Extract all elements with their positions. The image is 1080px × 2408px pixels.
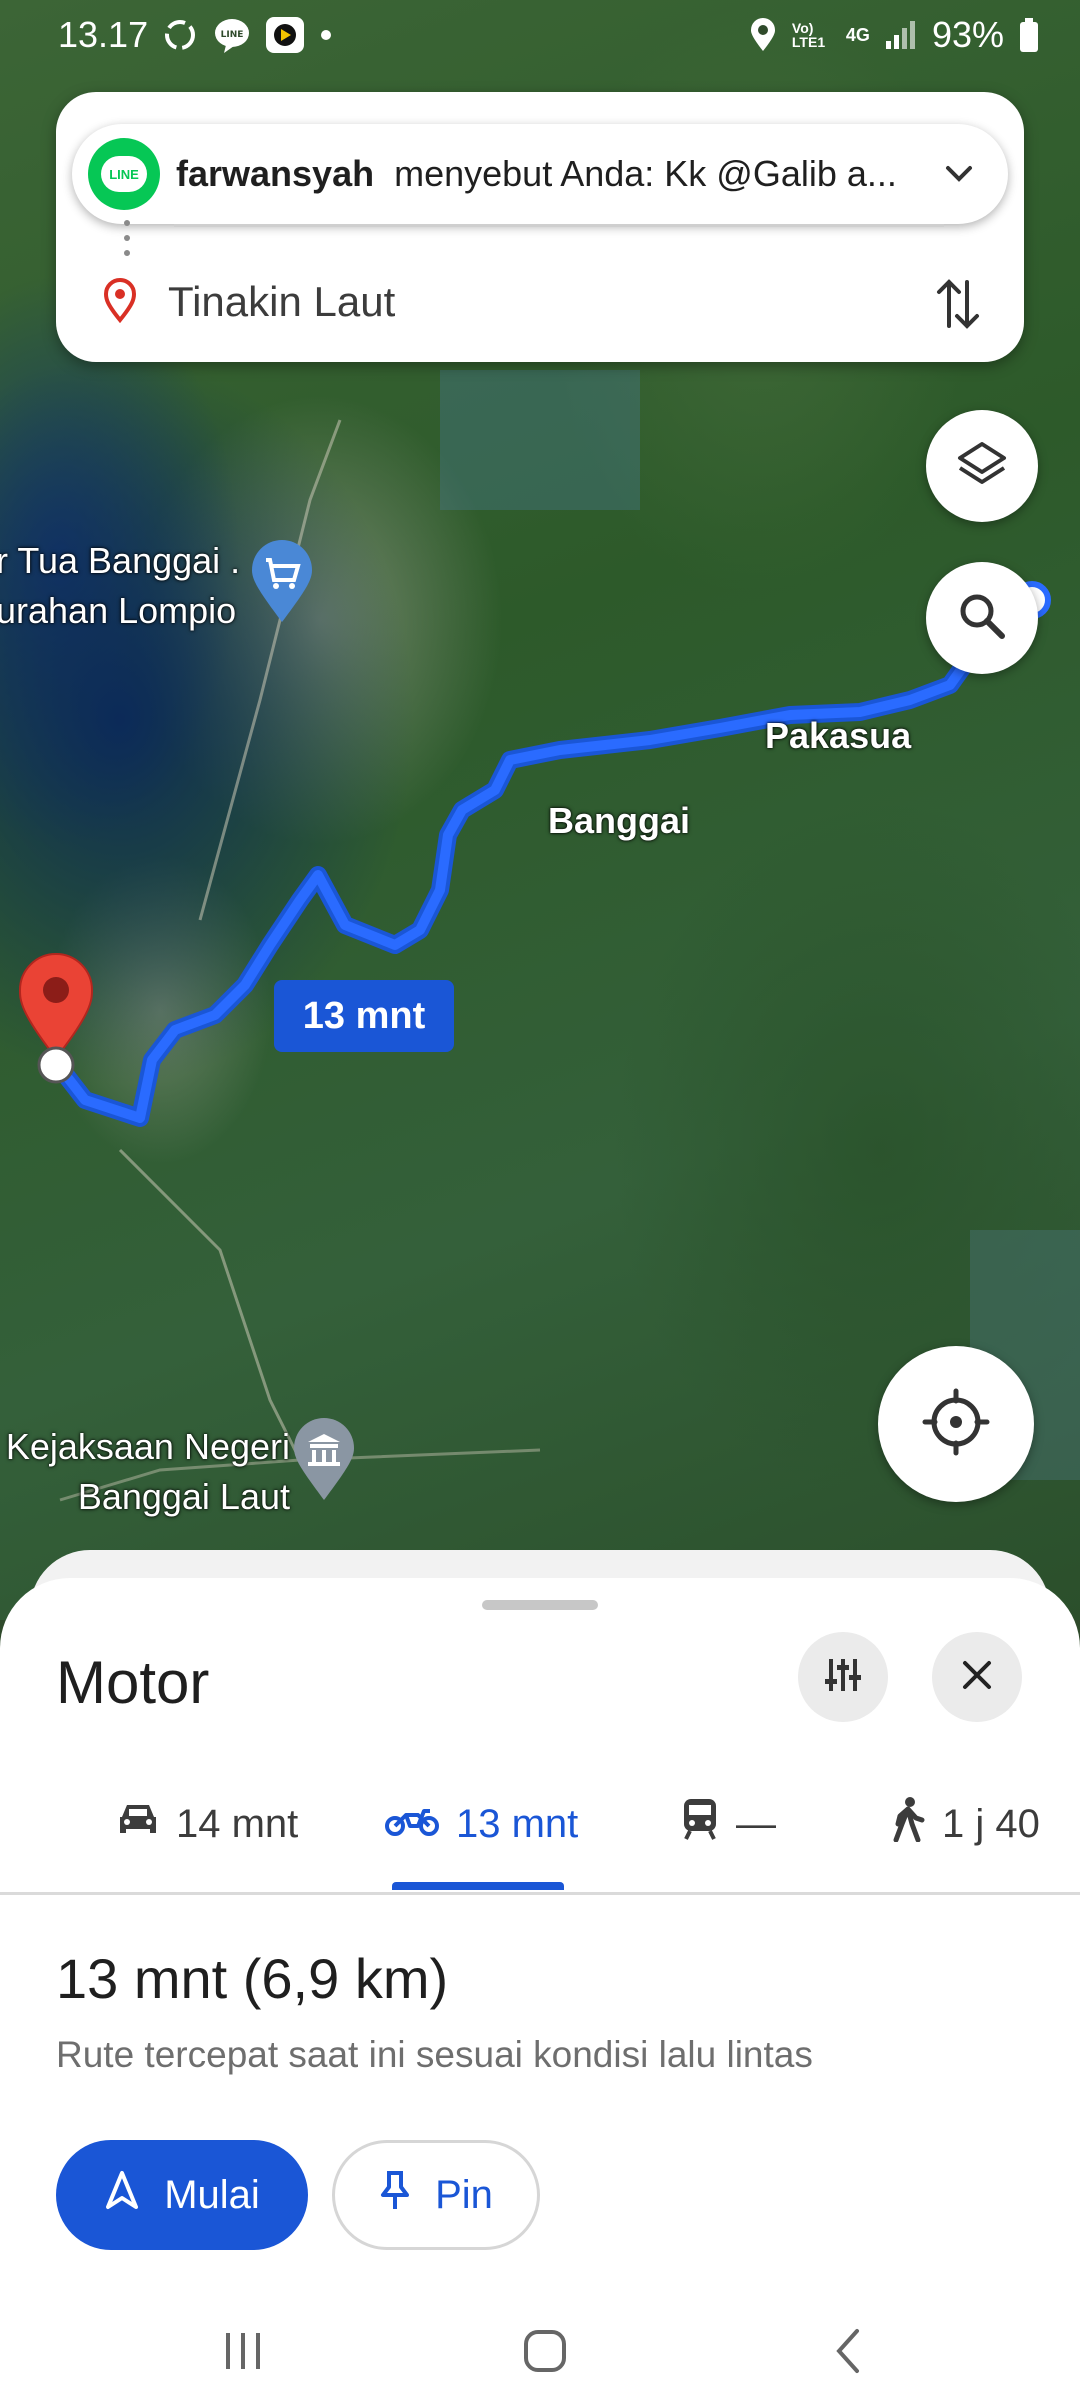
destination-text: Tinakin Laut [168,278,396,325]
notification-message: menyebut Anda: Kk @Galib a... [394,153,897,194]
start-navigation-label: Mulai [164,2172,260,2217]
poi-label-market[interactable]: r Tua Banggai . urahan Lompio [0,536,240,636]
route-summary: 13 mnt (6,9 km) [56,1947,449,2010]
pin-icon [379,2169,411,2221]
destination-field[interactable]: Tinakin Laut [56,252,1024,352]
shopping-poi-icon [252,540,312,622]
recent-apps-button[interactable] [208,2318,278,2388]
line-app-icon: LINE [212,15,252,55]
tab-motorcycle-label: 13 mnt [456,1801,579,1846]
layers-button[interactable] [926,410,1038,522]
travel-mode-tabs: 14 mnt 13 mnt — 1 j 40 [0,1774,1080,1894]
walk-icon [890,1796,926,1852]
directions-card: LINE farwansyah menyebut Anda: Kk @Galib… [56,92,1024,362]
route-options-button[interactable] [798,1632,888,1722]
system-nav-bar [0,2296,1080,2408]
travel-mode-title: Motor [56,1649,210,1716]
tab-walk[interactable]: 1 j 40 [890,1774,1040,1874]
status-time: 13.17 [58,14,149,55]
tab-car-label: 14 mnt [176,1801,299,1846]
line-logo-text: LINE [101,156,147,192]
poi-gov-line2: Banggai Laut [77,1476,290,1517]
svg-text:LINE: LINE [221,30,244,40]
location-icon [748,17,778,53]
network-type: 4G [845,24,870,45]
tab-motorcycle[interactable]: 13 mnt [384,1774,578,1874]
tab-transit[interactable]: — [680,1774,776,1874]
start-navigation-button[interactable]: Mulai [56,2140,308,2250]
tab-transit-label: — [736,1801,776,1846]
volte-indicator: Vo) LTE1 [791,20,826,50]
route-description: Rute tercepat saat ini sesuai kondisi la… [56,2034,813,2075]
field-divider [174,224,944,227]
search-icon [954,588,1010,649]
car-icon [116,1799,160,1849]
navigation-arrow-icon [104,2170,140,2220]
tabs-divider [0,1892,1080,1895]
back-icon [831,2327,867,2380]
notification-sender: farwansyah [176,153,375,194]
status-bar: 13.17 LINE Vo) LTE1 4G 93% [0,0,1080,70]
search-along-route-button[interactable] [926,562,1038,674]
motorcycle-icon [384,1799,440,1849]
app-notification-icon [264,15,306,55]
pin-route-button[interactable]: Pin [332,2140,540,2250]
line-logo-icon: LINE [88,138,160,210]
layers-icon [954,436,1010,497]
battery-icon [1018,17,1040,53]
signal-icon [884,19,918,51]
destination-pin-icon [18,953,94,1084]
more-notifications-dot-icon [318,27,334,43]
close-button[interactable] [932,1632,1022,1722]
poi-gov-line1: Kejaksaan Negeri [5,1426,290,1467]
transit-icon [680,1797,720,1851]
map-label-pakasua: Pakasua [765,715,912,756]
chevron-down-icon[interactable] [934,149,984,199]
recent-apps-icon [220,2329,266,2378]
tune-icon [821,1653,865,1702]
tab-walk-label: 1 j 40 [942,1801,1040,1846]
destination-pin-outline-icon [102,277,138,328]
my-location-button[interactable] [878,1346,1034,1502]
poi-market-line2: urahan Lompio [0,590,237,631]
home-button[interactable] [510,2318,580,2388]
poi-label-kejaksaan[interactable]: Kejaksaan Negeri Banggai Laut [0,1422,290,1522]
swap-directions-icon[interactable] [928,274,988,334]
government-poi-icon [294,1418,354,1500]
poi-market-line1: r Tua Banggai . [0,540,241,581]
sync-icon [160,15,200,55]
route-eta-chip[interactable]: 13 mnt [274,980,454,1052]
map-label-banggai: Banggai [548,800,691,841]
battery-percent: 93% [931,14,1004,55]
back-button[interactable] [814,2318,884,2388]
active-tab-indicator [392,1882,564,1890]
close-icon [959,1657,995,1698]
pin-route-label: Pin [435,2172,493,2217]
sheet-drag-handle[interactable] [482,1600,598,1610]
home-icon [521,2327,569,2380]
line-notification[interactable]: LINE farwansyah menyebut Anda: Kk @Galib… [72,124,1008,224]
tab-car[interactable]: 14 mnt [116,1774,298,1874]
my-location-icon [921,1387,991,1462]
